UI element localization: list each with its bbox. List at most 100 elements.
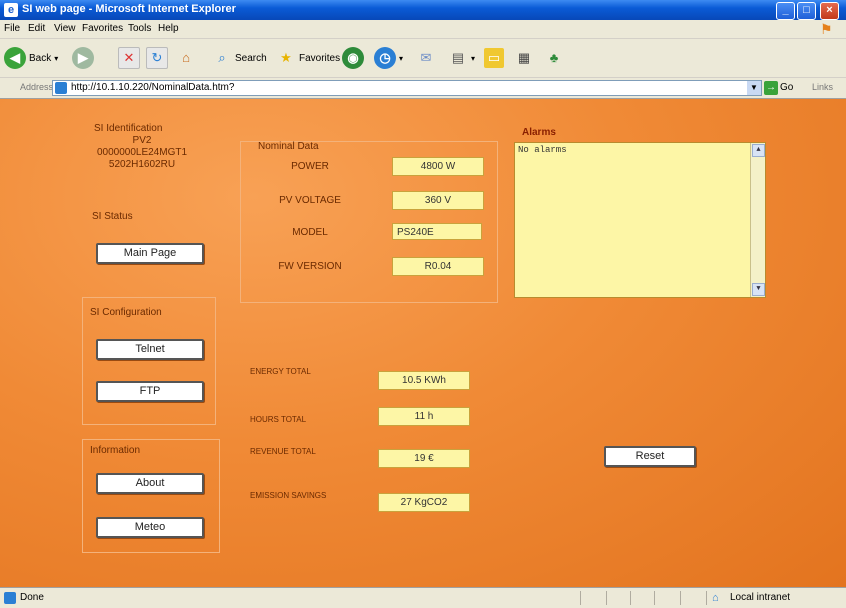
alarms-title: Alarms [522, 127, 556, 138]
close-button[interactable]: × [820, 2, 839, 20]
total-value-hours: 11 h [378, 407, 470, 426]
scroll-down-icon[interactable]: ▼ [752, 283, 765, 296]
telnet-button[interactable]: Telnet [96, 339, 204, 360]
meteo-button[interactable]: Meteo [96, 517, 204, 538]
stop-button[interactable]: ✕ [118, 45, 140, 71]
chevron-down-icon[interactable]: ▼ [747, 81, 761, 95]
print-icon: ▤ [451, 50, 465, 65]
discuss-icon: ▦ [517, 50, 531, 65]
zone-text: Local intranet [730, 592, 791, 603]
information-title: Information [90, 445, 141, 456]
address-label: Address [20, 82, 54, 92]
go-arrow-icon: → [764, 80, 778, 95]
links-label[interactable]: Links [812, 82, 833, 92]
menu-tools[interactable]: Tools [128, 23, 151, 34]
si-status-title: SI Status [92, 211, 133, 222]
discuss-button[interactable]: ▦ [514, 45, 534, 71]
home-icon: ⌂ [182, 50, 190, 65]
main-page-button[interactable]: Main Page [96, 243, 204, 264]
messenger-button[interactable]: ♣ [544, 45, 564, 71]
minimize-button[interactable]: _ [776, 2, 795, 20]
si-identification-title: SI Identification [94, 123, 163, 134]
favorites-button[interactable]: ★ Favorites [276, 45, 340, 71]
media-button[interactable]: ◉ [342, 45, 364, 71]
chevron-down-icon: ▾ [399, 53, 404, 63]
address-url: http://10.1.10.220/NominalData.htm? [71, 82, 235, 93]
total-value-emission: 27 KgCO2 [378, 493, 470, 512]
nominal-value-power: 4800 W [392, 157, 484, 176]
menu-file[interactable]: File [4, 23, 20, 34]
refresh-button[interactable]: ↻ [146, 45, 168, 71]
forward-button[interactable]: ▶ [72, 45, 94, 71]
address-bar: Address http://10.1.10.220/NominalData.h… [0, 78, 846, 99]
nominal-value-fw-version: R0.04 [392, 257, 484, 276]
alarms-textarea[interactable]: No alarms ▲ ▼ [514, 142, 766, 298]
search-label: Search [235, 52, 267, 64]
ftp-button[interactable]: FTP [96, 381, 204, 402]
alarms-text: No alarms [518, 145, 567, 155]
total-label-hours: HOURS TOTAL [250, 415, 307, 424]
status-divider [606, 591, 607, 605]
menu-help[interactable]: Help [158, 23, 179, 34]
status-divider [654, 591, 655, 605]
star-icon: ★ [280, 50, 292, 65]
status-text: Done [20, 592, 44, 603]
address-input[interactable]: http://10.1.10.220/NominalData.htm? ▼ [52, 80, 762, 96]
forward-arrow-icon: ▶ [72, 47, 94, 69]
si-id-line-1: PV2 [132, 135, 152, 146]
status-divider [680, 591, 681, 605]
total-label-emission: EMISSION SAVINGS [250, 491, 327, 500]
back-button[interactable]: ◀ Back ▾ [4, 45, 58, 71]
page-done-icon [4, 592, 16, 604]
back-arrow-icon: ◀ [4, 47, 26, 69]
edit-button[interactable]: ▭ [484, 45, 504, 71]
reset-button[interactable]: Reset [604, 446, 696, 467]
mail-icon: ✉ [420, 50, 432, 65]
title-bar: e SI web page - Microsoft Internet Explo… [0, 0, 846, 20]
menu-view[interactable]: View [54, 23, 76, 34]
scroll-up-icon[interactable]: ▲ [752, 144, 765, 157]
page-icon [55, 82, 67, 94]
ie-icon: e [4, 3, 18, 17]
nominal-label-power: POWER [291, 161, 329, 172]
menu-favorites[interactable]: Favorites [82, 23, 123, 34]
nominal-data-title: Nominal Data [258, 141, 319, 152]
back-label: Back [29, 52, 52, 64]
history-button[interactable]: ◷ ▾ [374, 45, 403, 71]
total-value-energy: 10.5 KWh [378, 371, 470, 390]
window-title: SI web page - Microsoft Internet Explore… [22, 3, 236, 15]
menu-edit[interactable]: Edit [28, 23, 45, 34]
status-bar: Done ⌂ Local intranet [0, 587, 846, 608]
home-button[interactable]: ⌂ [176, 45, 196, 71]
toolbar: ◀ Back ▾ ▶ ✕ ↻ ⌂ ⌕ Search ★ Favorites ◉ … [0, 39, 846, 78]
search-icon: ⌕ [218, 50, 226, 65]
media-icon: ◉ [342, 47, 364, 69]
page-content: SI Identification PV2 0000000LE24MGT1 52… [0, 99, 846, 587]
chevron-down-icon: ▾ [471, 53, 476, 63]
nominal-value-pv-voltage: 360 V [392, 191, 484, 210]
nominal-label-model: MODEL [292, 227, 328, 238]
go-label: Go [780, 82, 794, 93]
messenger-icon: ♣ [549, 50, 559, 65]
maximize-button[interactable]: □ [797, 2, 816, 20]
alarms-scrollbar[interactable]: ▲ ▼ [750, 143, 765, 297]
go-button[interactable]: → Go [764, 80, 800, 95]
total-value-revenue: 19 € [378, 449, 470, 468]
chevron-down-icon: ▾ [54, 53, 59, 63]
windows-logo-icon: ⚑ [820, 21, 833, 37]
print-button[interactable]: ▤ ▾ [448, 45, 475, 71]
total-label-revenue: REVENUE TOTAL [250, 447, 316, 456]
nominal-label-fw-version: FW VERSION [278, 261, 342, 272]
nominal-value-model: PS240E [392, 223, 482, 240]
search-button[interactable]: ⌕ Search [212, 45, 267, 71]
favorites-label: Favorites [299, 52, 341, 64]
menu-bar: File Edit View Favorites Tools Help ⚑ [0, 20, 846, 39]
folder-icon: ▭ [484, 48, 504, 68]
history-icon: ◷ [374, 47, 396, 69]
about-button[interactable]: About [96, 473, 204, 494]
si-configuration-title: SI Configuration [90, 307, 162, 318]
status-divider [580, 591, 581, 605]
si-id-line-2: 0000000LE24MGT1 [96, 147, 188, 158]
status-divider [706, 591, 707, 605]
mail-button[interactable]: ✉ [416, 45, 436, 71]
